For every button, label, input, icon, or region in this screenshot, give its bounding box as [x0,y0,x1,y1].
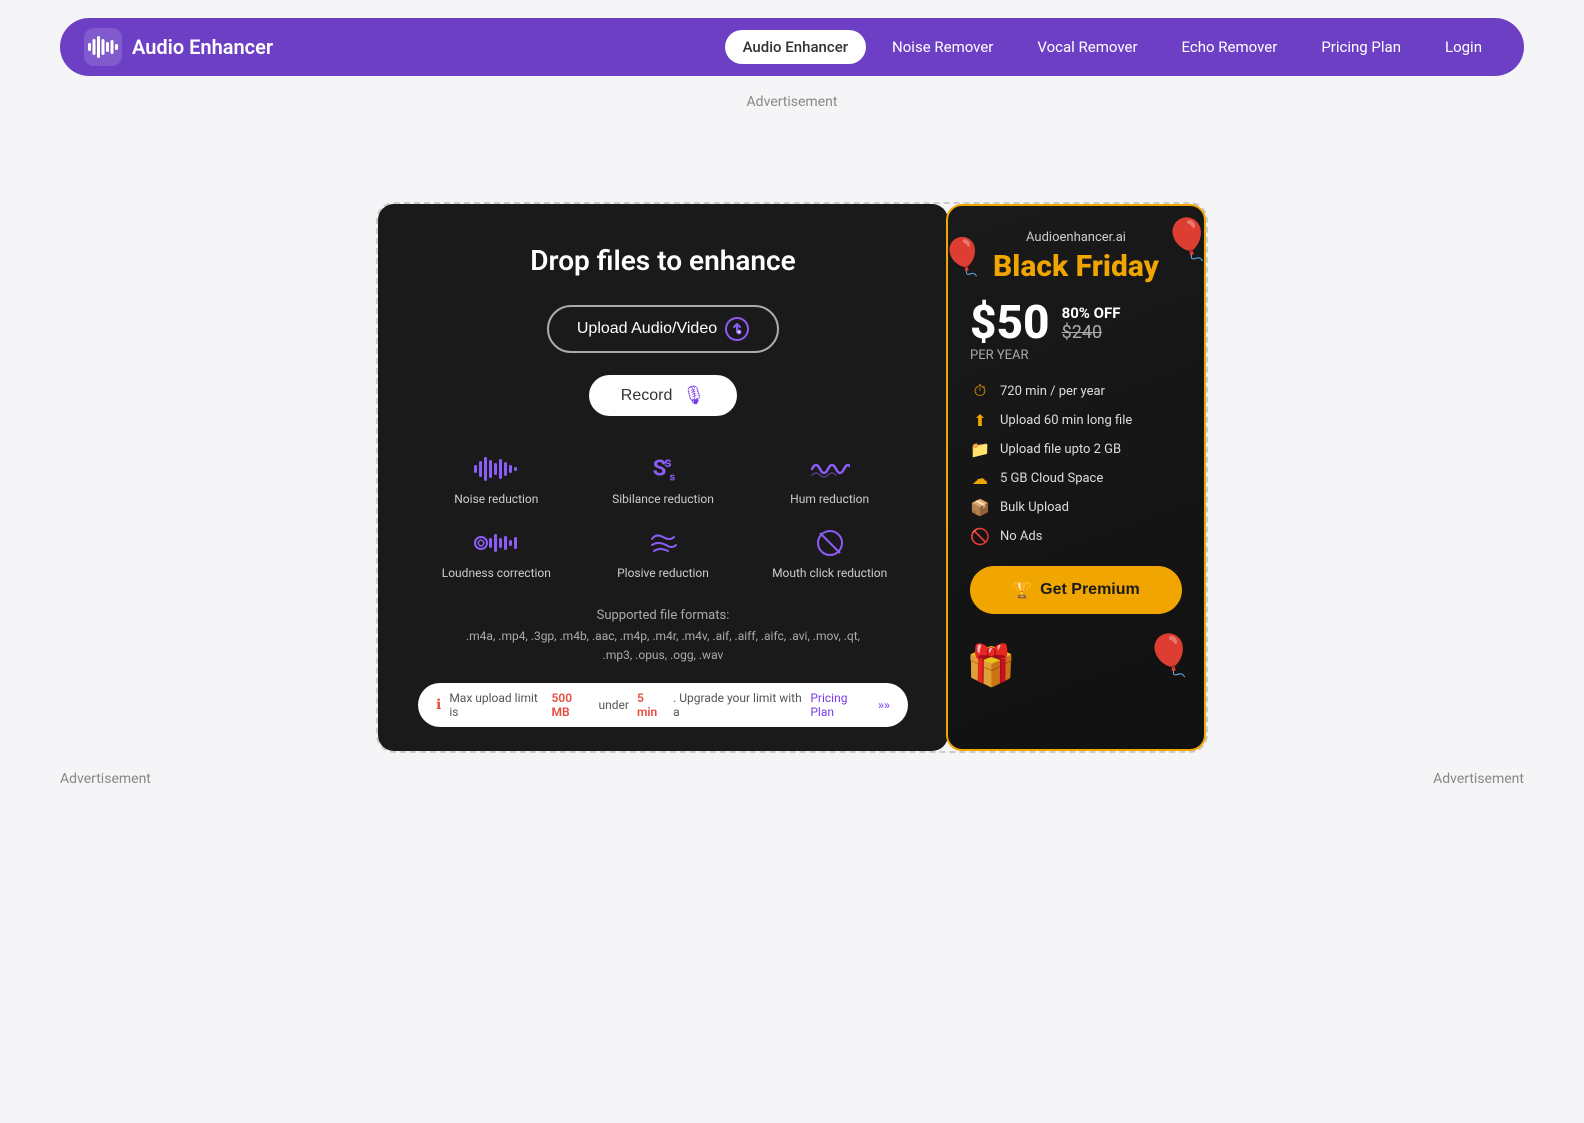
premium-features-list: ⏱ 720 min / per year ⬆ Upload 60 min lon… [970,381,1182,546]
plosive-wind-icon [648,529,678,557]
formats-section: Supported file formats: .m4a, .mp4, .3gp… [466,608,860,665]
noise-reduction-icon [474,452,518,486]
outer-dashed-border: Drop files to enhance Upload Audio/Video… [376,202,1208,753]
formats-list: .m4a, .mp4, .3gp, .m4b, .aac, .m4p, .m4r… [466,627,860,646]
navbar-links: Audio Enhancer Noise Remover Vocal Remov… [725,30,1500,64]
limit-text-prefix: Max upload limit is [449,691,543,719]
upload-long-icon: ⬆ [970,411,990,430]
cloud-icon: ☁ [970,469,990,488]
feature-file-size-text: Upload file upto 2 GB [1000,442,1121,457]
limit-text-under: under [598,698,628,712]
old-price: $240 [1062,322,1121,343]
loudness-icon [474,526,518,560]
loudness-wave-icon [474,529,518,557]
noise-reduction-label: Noise reduction [454,492,538,506]
premium-feature-no-ads: 🚫 No Ads [970,527,1182,546]
premium-feature-bulk: 📦 Bulk Upload [970,498,1182,517]
plosive-icon [648,526,678,560]
bottom-left-ad: Advertisement [60,771,151,787]
file-size-icon: 📁 [970,440,990,459]
price-details: 80% OFF $240 [1062,304,1121,343]
upload-icon [725,317,749,341]
no-click-icon [815,528,845,558]
brand-name: Audio Enhancer [132,35,273,59]
premium-feature-file-size: 📁 Upload file upto 2 GB [970,440,1182,459]
sibilance-reduction-label: Sibilance reduction [612,492,714,506]
get-premium-label: Get Premium [1040,581,1140,599]
navbar: Audio Enhancer Audio Enhancer Noise Remo… [60,18,1524,76]
bulk-icon: 📦 [970,498,990,517]
premium-feature-cloud: ☁ 5 GB Cloud Space [970,469,1182,488]
off-badge: 80% OFF [1062,304,1121,322]
formats-list2: .mp3, .opus, .ogg, .wav [466,646,860,665]
mouth-click-reduction-label: Mouth click reduction [772,566,887,580]
loudness-correction-label: Loudness correction [442,566,551,580]
brand-icon [84,28,122,66]
sibilance-icon: Sss [653,452,673,486]
upload-arrow-icon [730,322,744,336]
bottom-ads: Advertisement Advertisement [0,753,1584,787]
black-friday-label: Black Friday [970,249,1182,284]
premium-btn-icon: 🏆 [1012,580,1032,600]
nav-login[interactable]: Login [1427,30,1500,64]
info-icon: ℹ [436,697,441,713]
plosive-reduction-label: Plosive reduction [617,566,709,580]
arrows-icon: »» [878,698,890,712]
upload-button[interactable]: Upload Audio/Video [547,305,779,353]
nav-noise-remover[interactable]: Noise Remover [874,30,1011,64]
feature-long-file-text: Upload 60 min long file [1000,413,1132,428]
hum-reduction-label: Hum reduction [790,492,869,506]
premium-feature-long-file: ⬆ Upload 60 min long file [970,411,1182,430]
formats-title: Supported file formats: [466,608,860,623]
feature-plosive-reduction: Plosive reduction [585,526,742,580]
sibilance-text-icon: Sss [653,455,673,484]
gift-box-icon: 🎁 [966,642,1016,689]
top-advertisement: Advertisement [0,94,1584,110]
upload-card: Drop files to enhance Upload Audio/Video… [378,204,948,751]
limit-bar: ℹ Max upload limit is 500 MB under 5 min… [418,683,908,727]
get-premium-button[interactable]: 🏆 Get Premium [970,566,1182,614]
nav-vocal-remover[interactable]: Vocal Remover [1019,30,1155,64]
hum-wave-icon [810,455,850,483]
limit-text-upgrade: . Upgrade your limit with a [673,691,802,719]
hum-icon [810,452,850,486]
record-button[interactable]: Record 🎙 [589,375,737,416]
drop-title: Drop files to enhance [530,244,795,277]
per-year-label: PER YEAR [970,348,1182,363]
upload-button-label: Upload Audio/Video [577,320,717,338]
feature-no-ads-text: No Ads [1000,529,1042,544]
clock-icon: ⏱ [970,381,990,401]
nav-echo-remover[interactable]: Echo Remover [1164,30,1296,64]
no-ads-icon: 🚫 [970,527,990,546]
feature-bulk-text: Bulk Upload [1000,500,1069,515]
pricing-plan-link[interactable]: Pricing Plan [810,691,870,719]
limit-time: 5 min [637,691,665,719]
main-content: Drop files to enhance Upload Audio/Video… [0,178,1584,753]
balloon-bottom-right-icon: 🎈 [1144,632,1194,679]
price-row: $50 80% OFF $240 [970,300,1182,346]
feature-sibilance-reduction: Sss Sibilance reduction [585,452,742,506]
feature-minutes-text: 720 min / per year [1000,384,1105,399]
premium-card: 🎈 🎈 🎈 🎁 Audioenhancer.ai Black Friday $5… [946,204,1206,751]
feature-noise-reduction: Noise reduction [418,452,575,506]
record-label: Record [621,387,673,405]
waveform-icon [474,455,518,483]
mic-icon: 🎙 [682,385,705,406]
feature-hum-reduction: Hum reduction [751,452,908,506]
brand: Audio Enhancer [84,28,273,66]
nav-audio-enhancer[interactable]: Audio Enhancer [725,30,866,64]
premium-feature-minutes: ⏱ 720 min / per year [970,381,1182,401]
limit-size: 500 MB [551,691,590,719]
nav-pricing-plan[interactable]: Pricing Plan [1303,30,1419,64]
feature-mouth-click-reduction: Mouth click reduction [751,526,908,580]
mouth-click-icon [815,526,845,560]
feature-cloud-text: 5 GB Cloud Space [1000,471,1103,486]
features-grid: Noise reduction Sss Sibilance reduction [418,452,908,580]
premium-site-label: Audioenhancer.ai [970,230,1182,245]
price-value: $50 [970,300,1050,346]
feature-loudness-correction: Loudness correction [418,526,575,580]
bottom-right-ad: Advertisement [1433,771,1524,787]
